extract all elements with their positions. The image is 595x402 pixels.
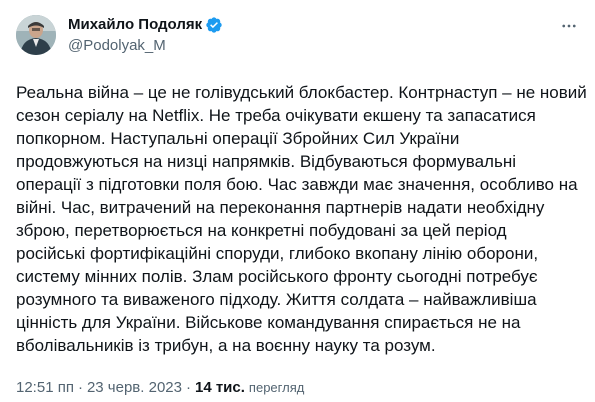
more-icon[interactable]: [557, 14, 581, 38]
tweet-line: систему мінних полів. Злам російського ф…: [16, 267, 538, 286]
tweet-time[interactable]: 12:51 пп: [16, 378, 74, 398]
author-handle[interactable]: @Podolyak_M: [68, 36, 223, 56]
tweet-line: цінність для України. Військове командув…: [16, 313, 521, 332]
meta-separator: ·: [77, 379, 83, 396]
name-row: Михайло Подоляк: [68, 15, 223, 35]
avatar-image: [16, 15, 56, 55]
tweet-meta: 12:51 пп · 23 черв. 2023 · 14 тис. перег…: [16, 378, 579, 398]
tweet-line: розумного та виваженого підходу. Життя с…: [16, 290, 537, 309]
author-names: Михайло Подоляк @Podolyak_M: [68, 15, 223, 56]
avatar[interactable]: [16, 15, 56, 55]
tweet-text: Реальна війна – це не голівудський блокб…: [16, 81, 587, 357]
meta-separator: ·: [185, 379, 191, 396]
tweet-date[interactable]: 23 черв. 2023: [87, 378, 182, 398]
verified-badge-icon[interactable]: [205, 16, 223, 34]
tweet-line: операції з підготовки поля бою. Час завж…: [16, 175, 578, 194]
tweet-card: Михайло Подоляк @Podolyak_M Реальна війн…: [0, 0, 595, 402]
tweet-line: продовжуються на низці напрямків. Відбув…: [16, 152, 516, 171]
tweet-line: попкорном. Наступальні операції Збройних…: [16, 129, 460, 148]
views-count: 14 тис.: [194, 379, 245, 396]
tweet-line: російські фортифікаційні споруди, глибок…: [16, 244, 539, 263]
tweet-line: сезон серіалу на Netflix. Не треба очіку…: [16, 106, 536, 125]
tweet-line: Реальна війна – це не голівудський блокб…: [16, 83, 587, 102]
tweet-header: Михайло Подоляк @Podolyak_M: [16, 12, 579, 68]
tweet-line: зброю, перетворюється на конкретні побуд…: [16, 221, 507, 240]
tweet-line: війні. Час, витрачений на переконання па…: [16, 198, 545, 217]
display-name[interactable]: Михайло Подоляк: [68, 15, 202, 35]
views-label: перегляд: [248, 380, 305, 395]
tweet-line: вболівальників із трибун, а на воєнну на…: [16, 336, 436, 355]
